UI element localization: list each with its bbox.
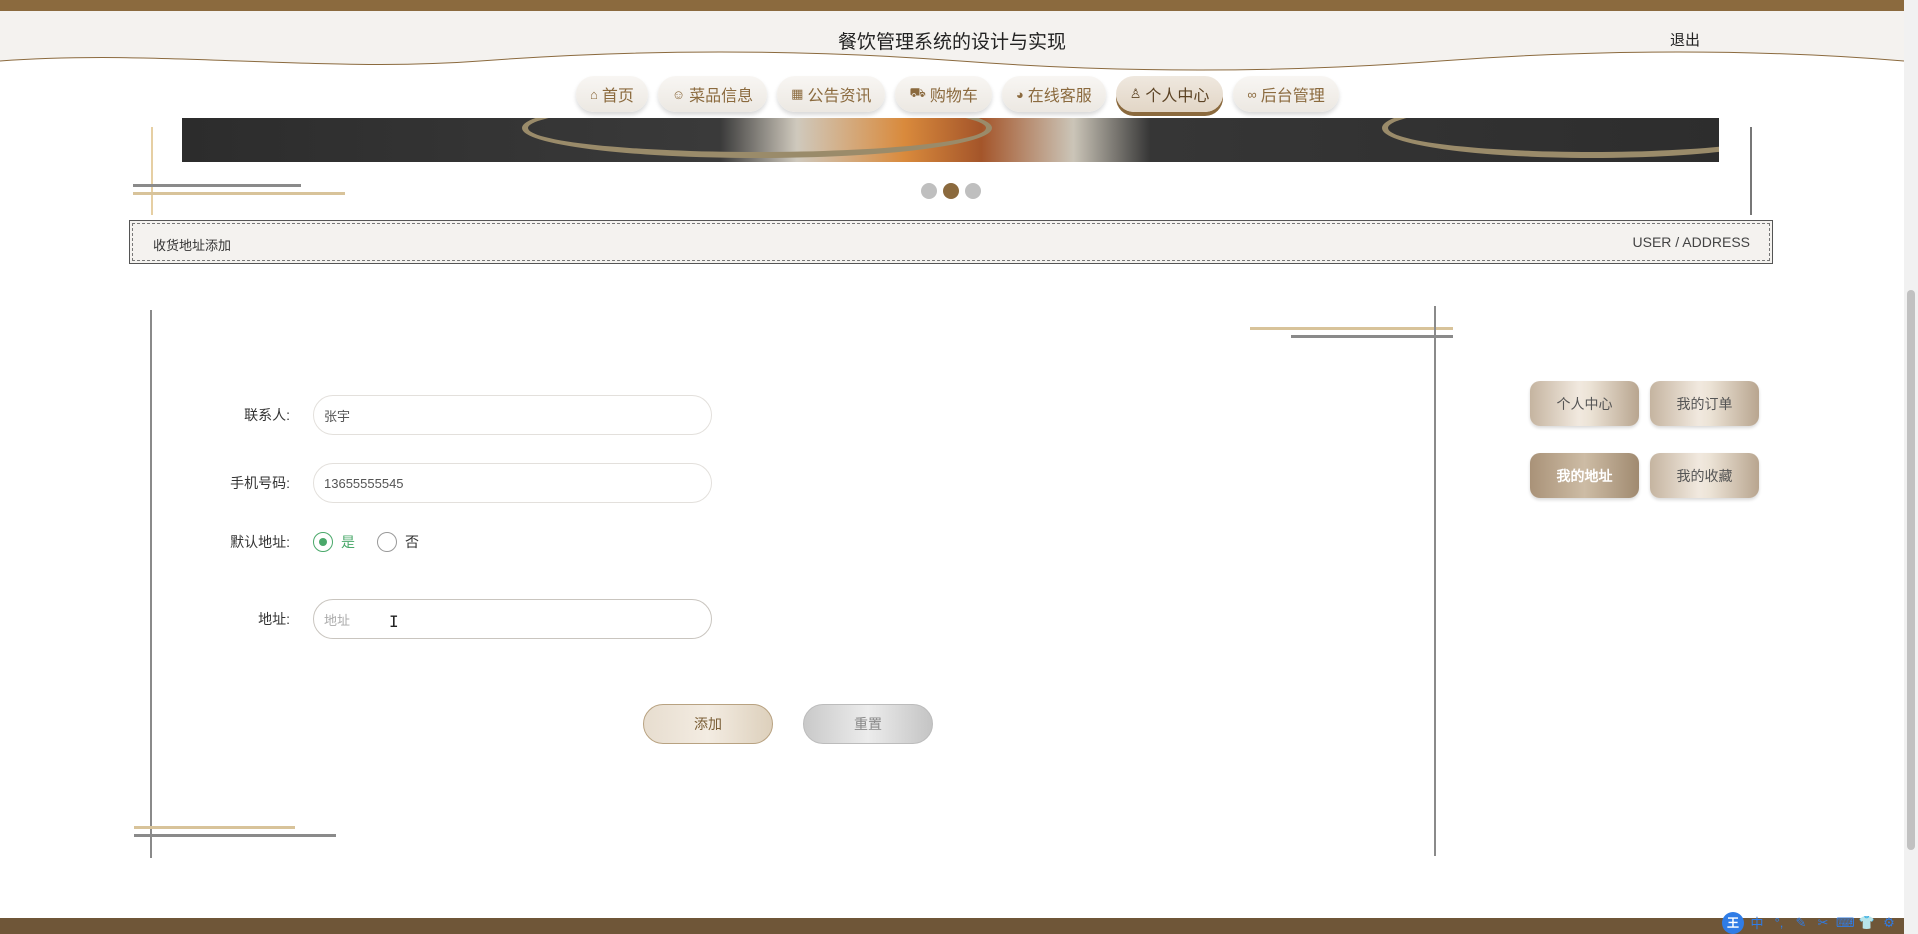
radio-checked-icon[interactable] [313,532,333,552]
site-title: 餐饮管理系统的设计与实现 [837,32,1066,53]
radio-unchecked-icon[interactable] [377,532,397,552]
phone-input[interactable]: 13655555545 [313,463,712,503]
ime-logo-icon[interactable]: 王 [1722,911,1744,934]
service-icon: ◕ [1015,86,1024,102]
address-input[interactable]: 地址 [313,599,712,639]
banner-carousel-image [182,118,1719,162]
nav-item[interactable]: ♙ 个人中心 [1115,76,1224,112]
nav-item[interactable]: ◕ 在线客服 [1001,76,1106,112]
default-no-label: 否 [405,534,419,550]
nav-item-label: 首页 [601,88,634,105]
deco-line [1291,335,1453,338]
top-accent-bar [0,0,1918,11]
breadcrumb-bar: 收货地址添加 USER / ADDRESS [129,220,1773,264]
side-menu-my-favorites[interactable]: 我的收藏 [1650,453,1759,498]
reset-button[interactable]: 重置 [803,704,933,744]
contact-row: 联系人: 张宇 [190,395,712,435]
ime-toolbar-item[interactable]: 👕 [1858,915,1876,931]
contact-input[interactable]: 张宇 [313,395,712,435]
banner-plate-graphic [1382,118,1719,158]
main-nav: ⌂ 首页 ☺ 菜品信息 ▦ 公告资讯 ⛟ 购物车 ◕ 在线客服 ♙ 个人中心 ∞ 后台管理 [576,76,1339,112]
nav-item-label: 个人中心 [1145,88,1210,105]
carousel-dot[interactable] [943,183,959,199]
deco-line [1434,306,1436,856]
nav-item-label: 公告资讯 [807,88,872,105]
ime-toolbar: 王 中 °, ✎ ✂ ⌨ 👕 ⚙ [1722,911,1904,934]
scrollbar-thumb[interactable] [1907,290,1915,850]
nav-item-label: 在线客服 [1027,88,1092,105]
default-yes-label: 是 [341,534,355,550]
default-address-label: 默认地址: [230,534,290,550]
deco-line [133,192,345,195]
phone-label: 手机号码: [230,475,290,491]
text-cursor-icon: I [389,612,399,631]
deco-line [150,310,152,858]
deco-line [133,184,301,187]
deco-line [134,826,295,829]
carousel-dot[interactable] [921,183,937,199]
nav-item-label: 菜品信息 [689,88,754,105]
phone-row: 手机号码: 13655555545 [190,463,712,503]
nav-item[interactable]: ▦ 公告资讯 [777,76,886,112]
address-row: 地址: 地址 [190,599,712,639]
carousel-dot[interactable] [965,183,981,199]
nav-item-label: 后台管理 [1260,88,1325,105]
side-menu-my-address[interactable]: 我的地址 [1530,453,1639,498]
carousel-dots [921,183,981,199]
link-icon: ∞ [1247,86,1257,102]
ime-toolbar-item[interactable]: ⚙ [1880,915,1898,931]
ime-toolbar-item[interactable]: ✎ [1792,915,1810,931]
page-title: 收货地址添加 [153,238,232,253]
default-yes-radio[interactable]: 是 [313,532,355,552]
default-no-radio[interactable]: 否 [377,532,419,552]
nav-item-label: 购物车 [929,88,978,105]
banner-plate-graphic [522,118,992,158]
side-menu-my-orders[interactable]: 我的订单 [1650,381,1759,426]
nav-item[interactable]: ☺ 菜品信息 [657,76,768,112]
page-scrollbar[interactable] [1904,0,1918,934]
nav-item[interactable]: ∞ 后台管理 [1233,76,1339,112]
nav-item[interactable]: ⛟ 购物车 [895,76,992,112]
home-icon: ⌂ [590,86,598,102]
cart-icon: ⛟ [909,85,926,100]
deco-line [151,127,153,215]
deco-line [1250,327,1453,330]
contact-label: 联系人: [244,407,290,423]
deco-line [134,834,336,837]
address-label: 地址: [258,611,290,627]
dish-icon: ☺ [671,86,686,102]
breadcrumb-path: USER / ADDRESS [1632,234,1750,250]
side-menu-personal-center[interactable]: 个人中心 [1530,381,1639,426]
deco-line [1750,127,1752,215]
ime-toolbar-item[interactable]: ⌨ [1836,915,1855,931]
logout-link[interactable]: 退出 [1670,29,1700,50]
ime-toolbar-item[interactable]: °, [1770,915,1788,930]
add-button[interactable]: 添加 [643,704,773,744]
ime-toolbar-item[interactable]: ✂ [1814,915,1832,931]
ime-toolbar-item[interactable]: 中 [1748,913,1766,932]
gift-icon: ▦ [791,86,804,101]
site-footer [0,918,1904,934]
default-address-row: 默认地址: 是 否 [190,532,419,552]
user-icon: ♙ [1129,86,1142,101]
nav-item[interactable]: ⌂ 首页 [576,76,648,112]
